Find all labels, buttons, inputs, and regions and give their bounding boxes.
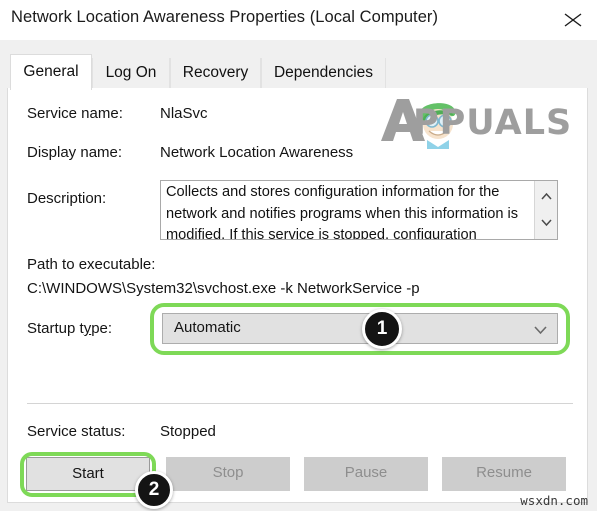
startup-type-label-post: pe: bbox=[91, 320, 113, 337]
tab-dependencies[interactable]: Dependencies bbox=[261, 58, 386, 89]
service-name-label: Service name: bbox=[27, 105, 123, 122]
page-title: Network Location Awareness Properties (L… bbox=[11, 8, 439, 26]
site-watermark: wsxdn.com bbox=[520, 493, 588, 508]
tab-general[interactable]: General bbox=[10, 54, 92, 90]
tab-recovery[interactable]: Recovery bbox=[170, 58, 261, 89]
display-name-label: Display name: bbox=[27, 144, 123, 161]
service-name-value: NlaSvc bbox=[160, 105, 208, 122]
resume-button: Resume bbox=[442, 457, 566, 491]
path-to-executable-label: Path to executable: bbox=[27, 256, 156, 273]
pause-button: Pause bbox=[304, 457, 428, 491]
tab-strip: General Log On Recovery Dependencies bbox=[7, 48, 588, 90]
service-properties-dialog: Network Location Awareness Properties (L… bbox=[0, 0, 597, 511]
service-status-value: Stopped bbox=[160, 423, 216, 440]
description-text: Collects and stores configuration inform… bbox=[166, 184, 519, 240]
section-divider bbox=[27, 403, 573, 404]
startup-type-value: Automatic bbox=[174, 319, 241, 336]
description-textarea[interactable]: Collects and stores configuration inform… bbox=[160, 180, 558, 240]
scroll-up-icon[interactable] bbox=[535, 184, 557, 208]
chevron-down-icon bbox=[533, 322, 548, 340]
title-bar: Network Location Awareness Properties (L… bbox=[0, 0, 597, 41]
start-button[interactable]: Start bbox=[26, 457, 150, 491]
startup-type-label-pre: Startup t bbox=[27, 320, 84, 337]
description-scrollbar[interactable] bbox=[534, 181, 557, 239]
step-badge-1: 1 bbox=[362, 309, 402, 349]
display-name-value: Network Location Awareness bbox=[160, 144, 354, 161]
path-to-executable-value: C:\WINDOWS\System32\svchost.exe -k Netwo… bbox=[27, 280, 420, 297]
tab-log-on[interactable]: Log On bbox=[92, 58, 170, 89]
description-label: Description: bbox=[27, 190, 107, 207]
close-button[interactable] bbox=[549, 0, 597, 40]
step-badge-2: 2 bbox=[135, 471, 173, 509]
startup-type-dropdown[interactable]: Automatic bbox=[162, 313, 558, 344]
startup-type-label: Startup type: bbox=[27, 320, 112, 337]
stop-button: Stop bbox=[166, 457, 290, 491]
scroll-down-icon[interactable] bbox=[535, 210, 557, 234]
service-status-label: Service status: bbox=[27, 423, 126, 440]
